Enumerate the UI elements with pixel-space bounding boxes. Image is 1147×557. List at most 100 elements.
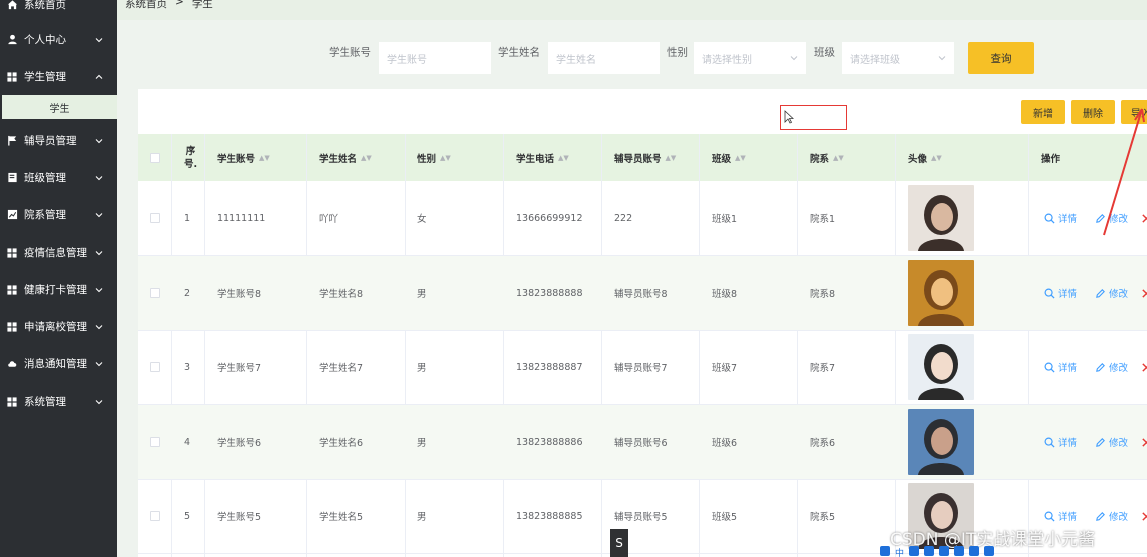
sidebar-item-departments[interactable]: 院系管理 bbox=[0, 196, 117, 233]
sidebar-item-students[interactable]: 学生管理 bbox=[0, 58, 117, 95]
breadcrumb-current: 学生 bbox=[191, 0, 213, 10]
gender-header[interactable]: 性别 ▲▼ bbox=[417, 134, 451, 181]
sidebar-item-home[interactable]: 系统首页 bbox=[0, 0, 117, 23]
cell-gender: 男 bbox=[417, 512, 427, 523]
cell-index: 1 bbox=[184, 212, 191, 224]
sort-icon: ▲▼ bbox=[735, 153, 746, 162]
edit-label: 修改 bbox=[1109, 363, 1129, 374]
query-button[interactable]: 查询 bbox=[968, 42, 1034, 74]
breadcrumb: 系统首页 > 学生 bbox=[125, 0, 213, 11]
row-checkbox[interactable] bbox=[150, 479, 160, 553]
avatar-header-label: 头像 bbox=[908, 153, 928, 165]
cell-name: 学生姓名5 bbox=[319, 512, 364, 523]
row-checkbox[interactable] bbox=[150, 330, 160, 404]
gender-header-label: 性别 bbox=[417, 153, 437, 165]
detail-button[interactable]: 详情 bbox=[1044, 330, 1077, 404]
sidebar-item-label: 系统首页 bbox=[24, 0, 66, 11]
account-header[interactable]: 学生账号 ▲▼ bbox=[217, 134, 270, 181]
sidebar-subitem-student[interactable]: 学生 bbox=[0, 95, 117, 119]
sidebar-item-epidemic[interactable]: 疫情信息管理 bbox=[0, 234, 117, 271]
sidebar-item-profile[interactable]: 个人中心 bbox=[0, 21, 117, 58]
sort-icon: ▲▼ bbox=[259, 153, 270, 162]
sidebar-item-system[interactable]: 系统管理 bbox=[0, 383, 117, 420]
delete-row-button[interactable] bbox=[1141, 405, 1147, 479]
phone-header[interactable]: 学生电话 ▲▼ bbox=[516, 134, 569, 181]
sidebar-item-notices[interactable]: 消息通知管理 bbox=[0, 345, 117, 382]
cell-class: 班级6 bbox=[712, 438, 738, 449]
cell-gender: 女 bbox=[417, 214, 427, 225]
cell-class: 班级7 bbox=[712, 363, 738, 374]
cell-phone: 13823888885 bbox=[516, 510, 583, 522]
topbar: 系统首页 > 学生 bbox=[117, 0, 1147, 20]
sort-icon: ▲▼ bbox=[665, 153, 677, 162]
cell-name: 学生姓名7 bbox=[319, 363, 364, 374]
counselor-header[interactable]: 辅导员账号 ▲▼ bbox=[614, 134, 676, 181]
close-icon bbox=[1142, 437, 1147, 447]
row-checkbox[interactable] bbox=[150, 181, 160, 255]
ime-logo-icon bbox=[880, 545, 890, 556]
department-header[interactable]: 院系 ▲▼ bbox=[810, 134, 844, 181]
breadcrumb-home[interactable]: 系统首页 bbox=[125, 0, 167, 11]
edit-icon bbox=[1096, 288, 1105, 298]
cell-index: 3 bbox=[184, 361, 191, 373]
select-all-checkbox[interactable] bbox=[150, 134, 160, 181]
detail-button[interactable]: 详情 bbox=[1044, 405, 1077, 479]
sidebar-item-health[interactable]: 健康打卡管理 bbox=[0, 271, 117, 308]
detail-button[interactable]: 详情 bbox=[1044, 256, 1077, 330]
sidebar-item-classes[interactable]: 班级管理 bbox=[0, 159, 117, 196]
chevron-down-icon bbox=[95, 175, 103, 180]
row-checkbox[interactable] bbox=[150, 405, 160, 479]
cell-class: 班级8 bbox=[712, 289, 738, 300]
class-select[interactable]: 请选择班级 bbox=[842, 42, 954, 74]
detail-label: 详情 bbox=[1058, 289, 1078, 300]
ime-toolbar: 中 bbox=[880, 544, 995, 557]
cell-account: 学生账号5 bbox=[217, 512, 262, 523]
avatar-header[interactable]: 头像 ▲▼ bbox=[908, 134, 942, 181]
gender-select[interactable]: 请选择性别 bbox=[694, 42, 806, 74]
index-header-top: 序 bbox=[185, 145, 196, 157]
delete-row-button[interactable] bbox=[1141, 330, 1147, 404]
cell-phone: 13823888886 bbox=[516, 436, 583, 448]
edit-button[interactable]: 修改 bbox=[1095, 405, 1128, 479]
account-header-label: 学生账号 bbox=[217, 153, 256, 165]
chevron-down-icon bbox=[95, 138, 103, 143]
table-row: 4 学生账号6 学生姓名6 男 13823888886 辅导员账号6 班级6 院系6 详情 修改 bbox=[138, 405, 1147, 480]
gender-label: 性别 bbox=[667, 46, 688, 59]
ime-skin-icon bbox=[969, 545, 980, 556]
add-button[interactable]: 新增 bbox=[1021, 100, 1065, 124]
sidebar-item-label: 个人中心 bbox=[24, 34, 66, 46]
student-name-input[interactable]: 学生姓名 bbox=[548, 42, 660, 74]
row-checkbox[interactable] bbox=[150, 256, 160, 330]
avatar-image bbox=[908, 260, 974, 326]
student-account-input[interactable]: 学生账号 bbox=[379, 42, 491, 74]
edit-button[interactable]: 修改 bbox=[1095, 256, 1128, 330]
avatar-image bbox=[908, 334, 974, 400]
edit-button[interactable]: 修改 bbox=[1095, 479, 1128, 553]
ime-keyboard-icon bbox=[954, 545, 965, 556]
edit-icon bbox=[1096, 437, 1105, 447]
edit-icon bbox=[1096, 511, 1105, 521]
class-select-placeholder: 请选择班级 bbox=[850, 54, 900, 66]
student-name-label: 学生姓名 bbox=[498, 46, 540, 59]
class-header[interactable]: 班级 ▲▼ bbox=[712, 134, 746, 181]
delete-row-button[interactable] bbox=[1141, 479, 1147, 553]
phone-header-label: 学生电话 bbox=[516, 153, 555, 165]
grid-icon bbox=[6, 396, 18, 408]
cell-phone: 13823888887 bbox=[516, 361, 583, 373]
sidebar-item-label: 学生管理 bbox=[24, 71, 66, 83]
grid-icon bbox=[6, 284, 18, 296]
search-icon bbox=[1044, 213, 1055, 224]
ime-settings-icon bbox=[984, 545, 995, 556]
edit-label: 修改 bbox=[1109, 512, 1129, 523]
sidebar-item-label: 辅导员管理 bbox=[24, 135, 77, 147]
sidebar-item-label: 院系管理 bbox=[24, 209, 66, 221]
name-header[interactable]: 学生姓名 ▲▼ bbox=[319, 134, 372, 181]
sidebar-item-leave[interactable]: 申请离校管理 bbox=[0, 308, 117, 345]
sidebar-item-counselors[interactable]: 辅导员管理 bbox=[0, 122, 117, 159]
cell-account: 学生账号6 bbox=[217, 438, 262, 449]
index-header: 序 号. bbox=[184, 134, 197, 181]
detail-button[interactable]: 详情 bbox=[1044, 181, 1077, 255]
delete-row-button[interactable] bbox=[1141, 256, 1147, 330]
annotation-arrow bbox=[1103, 108, 1145, 236]
edit-button[interactable]: 修改 bbox=[1095, 330, 1128, 404]
